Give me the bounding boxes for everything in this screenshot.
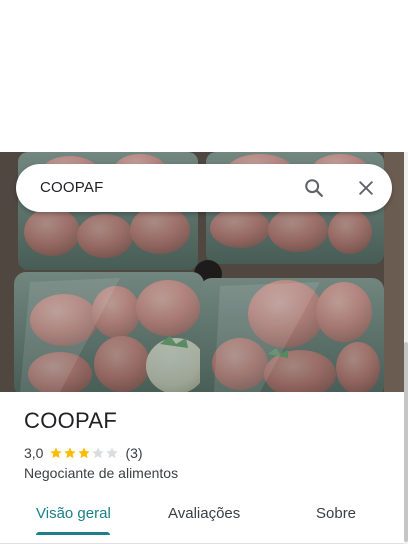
tab-reviews[interactable]: Avaliações: [168, 505, 240, 522]
rating-row[interactable]: 3,0 (3): [24, 445, 143, 461]
star-filled-icon: [78, 447, 91, 459]
tab-overview[interactable]: Visão geral: [36, 505, 111, 522]
search-box[interactable]: COOPAF: [16, 164, 392, 212]
tab-about[interactable]: Sobre: [316, 505, 356, 522]
search-icon[interactable]: [303, 177, 325, 199]
search-input[interactable]: COOPAF: [40, 179, 103, 196]
star-rating: [49, 446, 119, 460]
review-count[interactable]: (3): [125, 445, 142, 461]
star-filled-icon: [64, 447, 77, 459]
star-empty-icon: [106, 447, 119, 459]
place-title: COOPAF: [24, 408, 118, 433]
close-icon[interactable]: [356, 178, 376, 198]
scrollbar[interactable]: [404, 152, 408, 544]
tab-bar: Visão geral Avaliações Sobre: [0, 492, 404, 536]
star-filled-icon: [50, 447, 63, 459]
rating-value: 3,0: [24, 445, 44, 461]
star-empty-icon: [92, 447, 105, 459]
scrollbar-thumb[interactable]: [404, 342, 408, 542]
place-category[interactable]: Negociante de alimentos: [24, 465, 178, 481]
active-tab-indicator: [36, 532, 110, 535]
